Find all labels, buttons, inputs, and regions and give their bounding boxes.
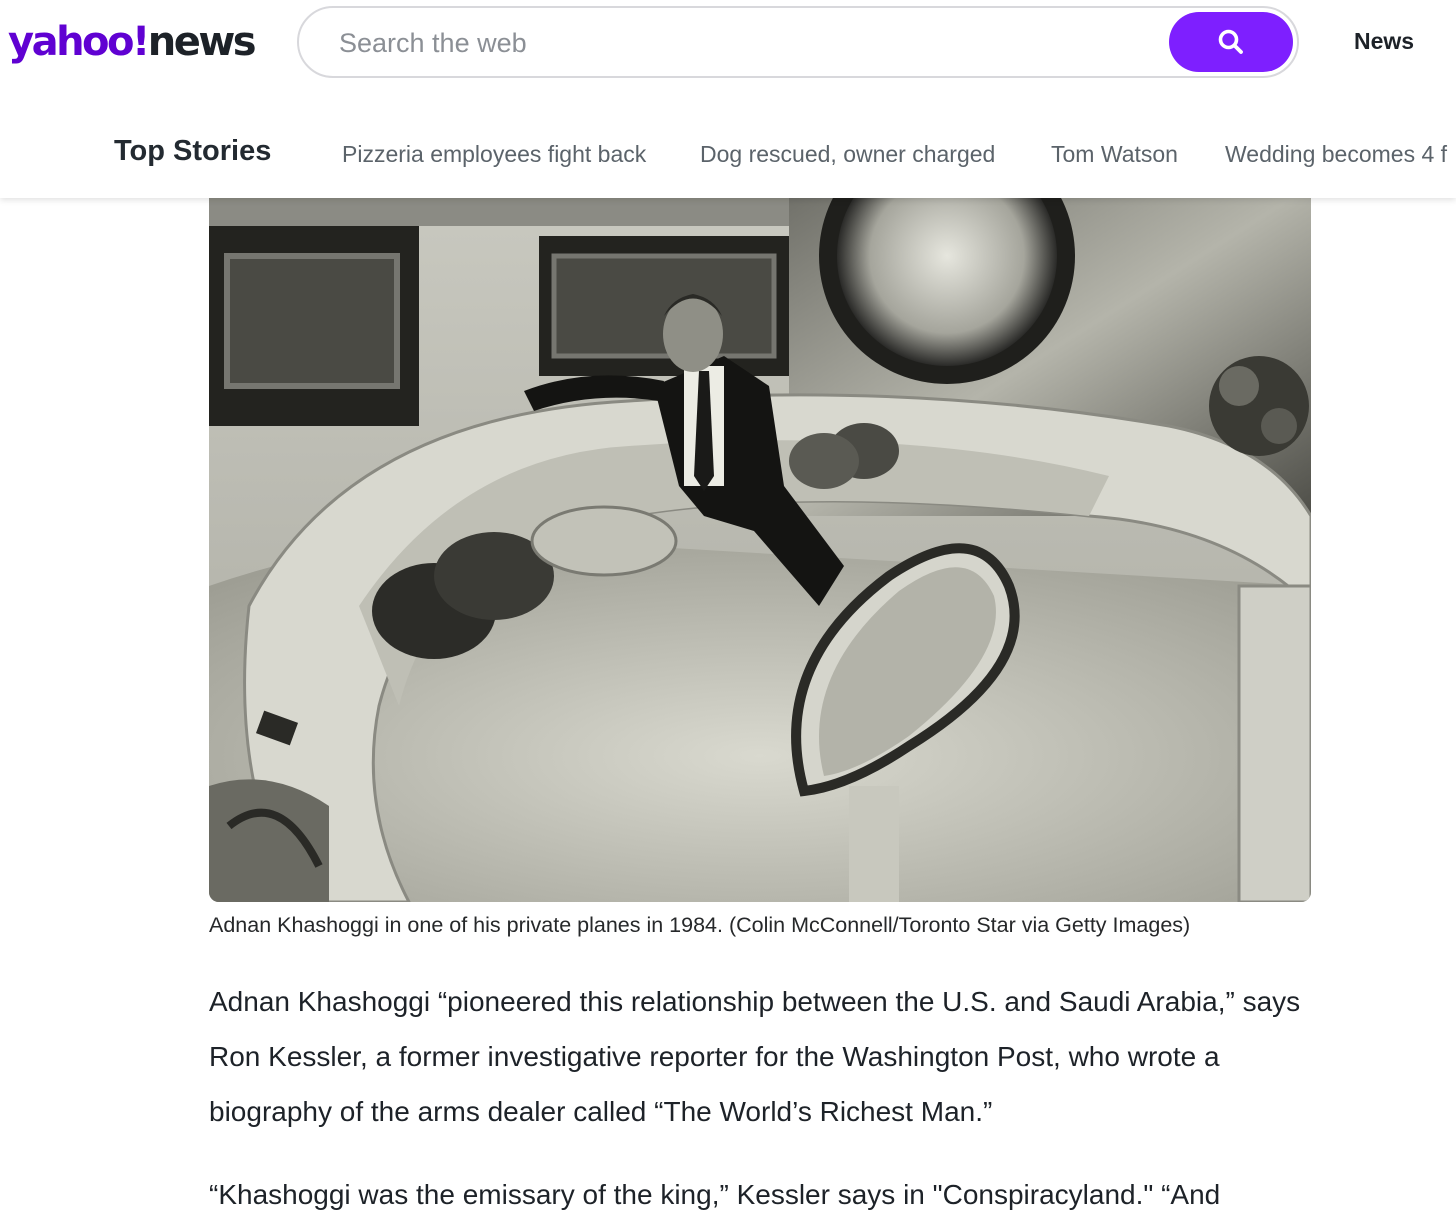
logo-section: news <box>147 19 257 65</box>
article-photo[interactable] <box>209 186 1311 902</box>
top-stories-title[interactable]: Top Stories <box>114 135 271 168</box>
trending-link[interactable]: Tom Watson <box>1051 141 1178 168</box>
trending-link[interactable]: Dog rescued, owner charged <box>700 141 995 168</box>
article-paragraph: Adnan Khashoggi “pioneered this relation… <box>209 986 1301 1127</box>
trending-link[interactable]: Pizzeria employees fight back <box>342 141 646 168</box>
search-button[interactable] <box>1169 12 1293 72</box>
plane-interior-photo <box>209 186 1311 902</box>
nav-link-news[interactable]: News <box>1354 28 1414 55</box>
top-stories-bar: Top Stories Pizzeria employees fight bac… <box>0 132 1456 178</box>
trending-link[interactable]: Wedding becomes 4 f <box>1225 141 1447 168</box>
search-input[interactable] <box>339 26 1159 60</box>
photo-caption: Adnan Khashoggi in one of his private pl… <box>209 913 1191 937</box>
logo-brand: yahoo! <box>8 19 150 65</box>
site-header: yahoo!news News Top Stories Pizzeria emp… <box>0 0 1456 198</box>
search-icon <box>1218 29 1243 54</box>
yahoo-news-logo[interactable]: yahoo! news <box>8 14 257 70</box>
search-bar <box>297 6 1299 78</box>
article-paragraph: “Khashoggi was the emissary of the king,… <box>209 1179 1221 1210</box>
